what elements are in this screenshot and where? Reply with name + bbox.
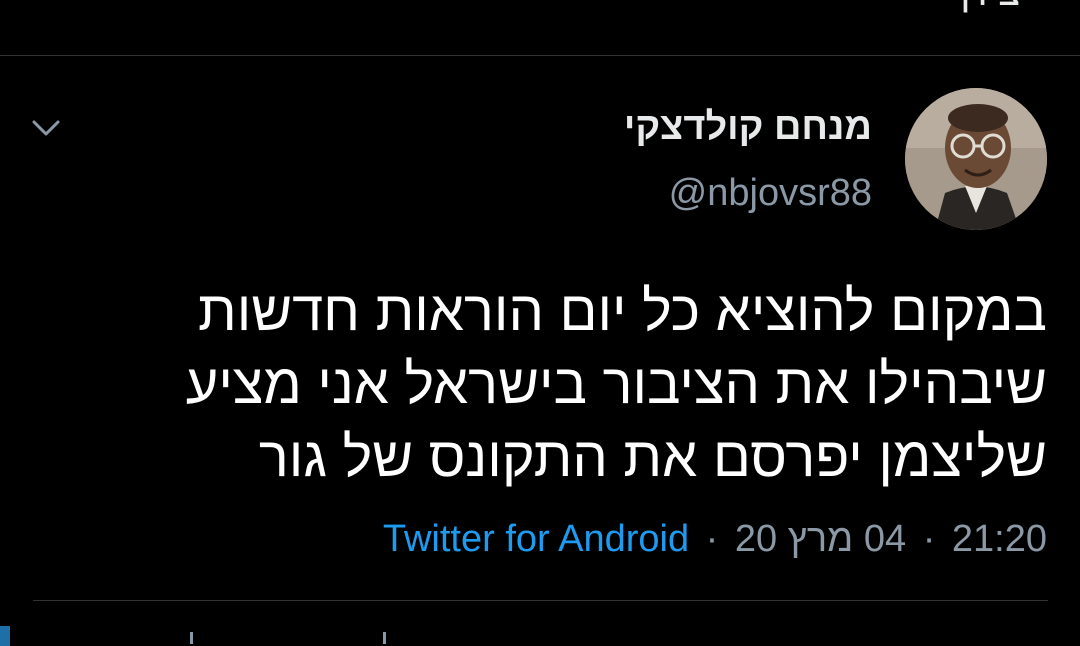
- tweet-time[interactable]: 21:20: [952, 518, 1047, 560]
- source-link[interactable]: Twitter for Android: [383, 518, 689, 560]
- cutoff-glyph: [190, 632, 193, 644]
- tweet-menu-button[interactable]: [28, 110, 64, 146]
- meta-separator: ·: [922, 518, 936, 560]
- user-handle[interactable]: @nbjovsr88: [669, 172, 872, 215]
- header-divider: [0, 55, 1080, 56]
- tweet-text-line: במקום להוציא כל יום הוראות חדשות: [198, 279, 1047, 342]
- tweet-text: במקום להוציא כל יום הוראות חדשות שיבהילו…: [87, 274, 1047, 493]
- display-name[interactable]: מנחם קולדצקי: [624, 106, 872, 149]
- tweet-text-line: שיבהילו את הציבור בישראל אני מציע: [185, 352, 1047, 415]
- tweet-text-line: שליצמן יפרסם את התקונס של גור: [258, 425, 1047, 488]
- tweet-meta: Twitter for Android · 04 מרץ 20 · 21:20: [383, 518, 1047, 561]
- cutoff-glyph: [383, 632, 386, 644]
- avatar-photo: [905, 88, 1047, 230]
- meta-divider: [33, 600, 1048, 601]
- action-bar-cutoff: [0, 628, 1080, 646]
- chevron-down-icon: [32, 120, 60, 136]
- avatar[interactable]: [905, 88, 1047, 230]
- meta-separator: ·: [705, 518, 719, 560]
- top-bar-cutoff: ציוץ: [0, 0, 1080, 55]
- top-bar-title: ציוץ: [957, 0, 1020, 15]
- tweet-date[interactable]: 04 מרץ 20: [735, 518, 906, 560]
